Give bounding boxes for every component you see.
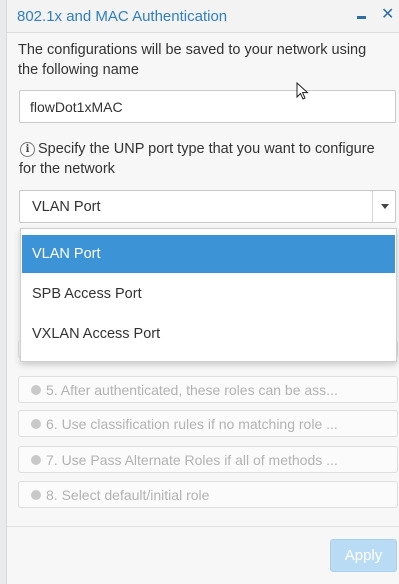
step-6[interactable]: 6. Use classification rules if no matchi… xyxy=(18,410,398,437)
panel-title: 802.1x and MAC Authentication xyxy=(17,8,228,25)
chevron-down-icon[interactable] xyxy=(381,204,389,209)
panel-header: 802.1x and MAC Authentication ✕ xyxy=(7,0,399,33)
unp-port-type-dropdown: VLAN Port SPB Access Port VXLAN Access P… xyxy=(20,228,397,362)
step-status-dot xyxy=(31,455,41,465)
unp-port-type-label: Specify the UNP port type that you want … xyxy=(19,141,375,177)
apply-button[interactable]: Apply xyxy=(330,539,397,572)
step-label: 5. After authenticated, these roles can … xyxy=(46,382,338,398)
step-8[interactable]: 8. Select default/initial role xyxy=(18,481,398,508)
footer-divider xyxy=(7,526,399,527)
step-5[interactable]: 5. After authenticated, these roles can … xyxy=(18,376,398,403)
save-description: The configurations will be saved to your… xyxy=(18,42,367,78)
authentication-panel: 802.1x and MAC Authentication ✕ The conf… xyxy=(6,0,399,584)
unp-port-type-select[interactable]: VLAN Port xyxy=(19,190,396,223)
step-label: 7. Use Pass Alternate Roles if all of me… xyxy=(46,452,338,468)
step-status-dot xyxy=(31,385,41,395)
step-label: 8. Select default/initial role xyxy=(46,487,210,503)
step-status-dot xyxy=(31,490,41,500)
mouse-cursor-icon xyxy=(296,82,309,100)
close-icon[interactable]: ✕ xyxy=(381,7,394,23)
select-separator xyxy=(372,191,373,222)
step-7[interactable]: 7. Use Pass Alternate Roles if all of me… xyxy=(18,446,398,473)
option-spb-access-port[interactable]: SPB Access Port xyxy=(22,275,395,313)
step-status-dot xyxy=(31,419,41,429)
step-label: 6. Use classification rules if no matchi… xyxy=(46,416,338,432)
unp-port-type-value: VLAN Port xyxy=(32,199,101,215)
option-vxlan-access-port[interactable]: VXLAN Access Port xyxy=(22,315,395,353)
network-name-input[interactable] xyxy=(19,90,396,123)
option-vlan-port[interactable]: VLAN Port xyxy=(22,235,395,273)
minimize-icon[interactable] xyxy=(355,8,369,22)
